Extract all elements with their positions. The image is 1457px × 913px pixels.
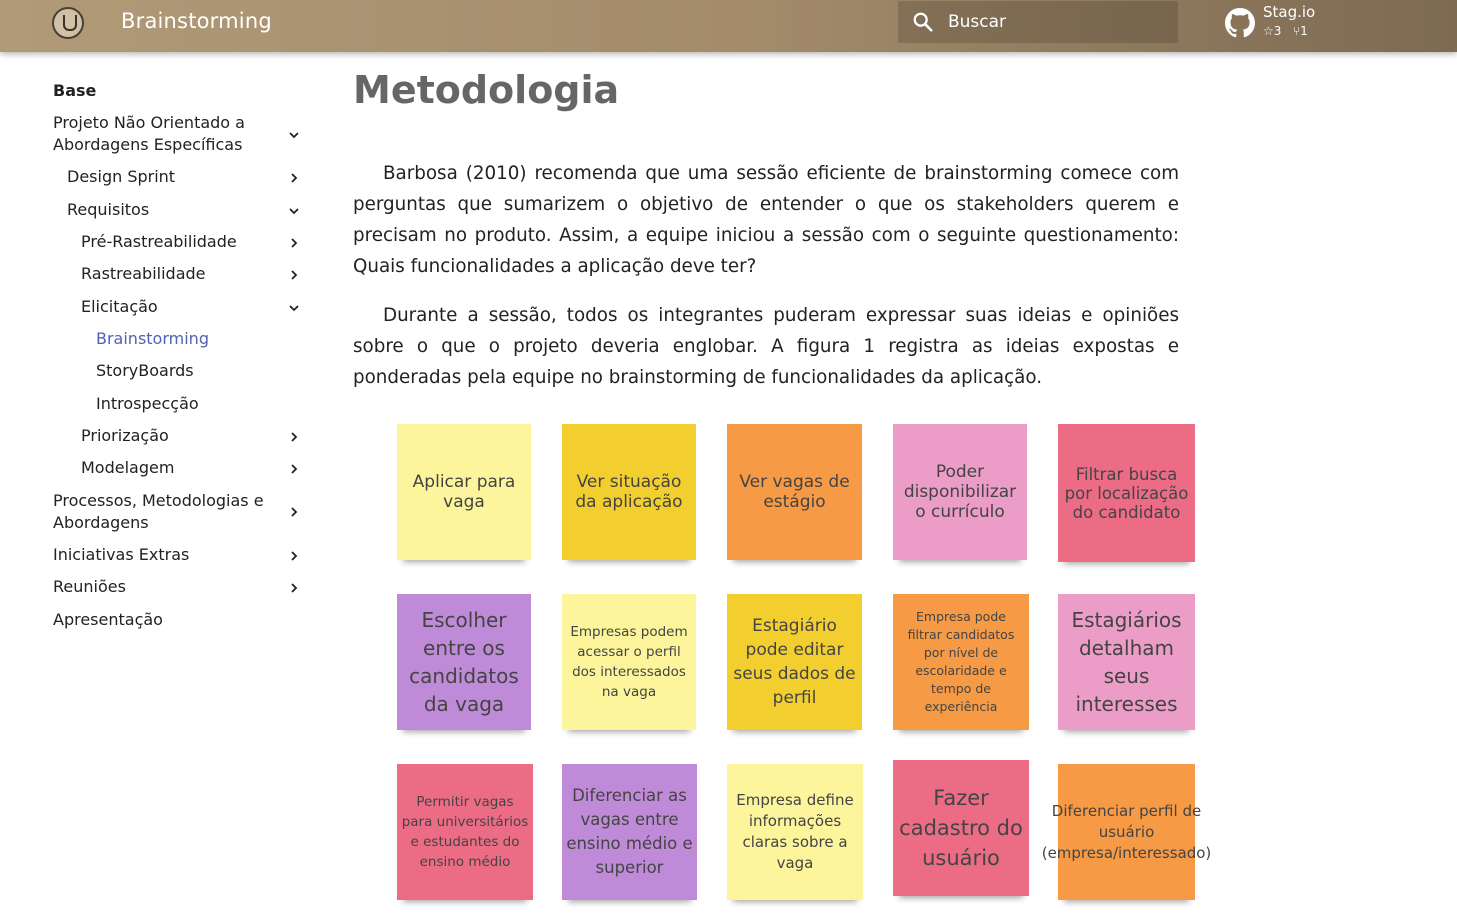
nav-item-elicitacao[interactable]: Elicitação (81, 296, 158, 318)
github-icon (1225, 8, 1255, 38)
repo-stats: ☆3 ⑂1 (1263, 24, 1308, 38)
nav-item-storyboards[interactable]: StoryBoards (96, 360, 194, 382)
page-title: Metodologia (353, 68, 620, 112)
sticky-note: Empresa define informações claras sobre … (727, 764, 863, 900)
sticky-note: Empresas podem acessar o perfil dos inte… (562, 594, 696, 730)
app-title[interactable]: Brainstorming (121, 9, 272, 33)
sticky-note: Diferenciar perfil de usuário (empresa/i… (1042, 764, 1211, 900)
nav-item-rastreabilidade[interactable]: Rastreabilidade (81, 263, 206, 285)
sticky-note: Estagiário pode editar seus dados de per… (727, 594, 862, 730)
sticky-note: Fazer cadastro do usuário (893, 760, 1029, 896)
chevron-right-icon[interactable] (288, 269, 300, 281)
paragraph-2: Durante a sessão, todos os integrantes p… (353, 305, 1179, 388)
sticky-note: Estagiários detalham seus interesses (1058, 594, 1195, 730)
sticky-note: Ver vagas de estágio (727, 424, 862, 560)
chevron-right-icon[interactable] (288, 172, 300, 184)
fork-count: 1 (1300, 24, 1308, 38)
nav-item-pre-rastreabilidade[interactable]: Pré-Rastreabilidade (81, 231, 237, 253)
nav-item-modelagem[interactable]: Modelagem (81, 457, 174, 479)
chevron-right-icon[interactable] (288, 550, 300, 562)
nav-item-projeto-nao-orientado[interactable]: Projeto Não Orientado a Abordagens Espec… (53, 112, 268, 156)
fork-icon: ⑂ (1292, 24, 1301, 38)
chevron-down-icon[interactable] (288, 205, 300, 217)
chevron-right-icon[interactable] (288, 431, 300, 443)
top-header: Brainstorming Stag.io ☆3 ⑂1 (0, 0, 1457, 52)
nav-item-introspeccao[interactable]: Introspecção (96, 393, 199, 415)
nav-item-reunioes[interactable]: Reuniões (53, 576, 126, 598)
site-logo-icon[interactable] (52, 7, 84, 39)
nav-item-iniciativas-extras[interactable]: Iniciativas Extras (53, 544, 189, 566)
sticky-note: Filtrar busca por localização do candida… (1058, 424, 1195, 562)
chevron-down-icon[interactable] (288, 129, 300, 141)
main-content: Metodologia Barbosa (2010) recomenda que… (353, 60, 1179, 388)
sticky-note: Diferenciar as vagas entre ensino médio … (562, 764, 697, 900)
repo-link[interactable]: Stag.io ☆3 ⑂1 (1225, 3, 1345, 45)
brainstorming-figure: Aplicar para vaga Ver situação da aplica… (395, 420, 1211, 913)
sticky-note: Escolher entre os candidatos da vaga (397, 594, 531, 730)
star-count: 3 (1273, 24, 1282, 38)
sticky-note: Ver situação da aplicação (562, 424, 696, 560)
nav-item-requisitos[interactable]: Requisitos (67, 199, 149, 221)
star-icon: ☆ (1263, 24, 1274, 38)
nav-item-priorizacao[interactable]: Priorização (81, 425, 169, 447)
sticky-note: Permitir vagas para universitários e est… (397, 764, 533, 900)
nav-item-processos[interactable]: Processos, Metodologias e Abordagens (53, 490, 283, 534)
repo-name: Stag.io (1263, 3, 1316, 21)
chevron-right-icon[interactable] (288, 237, 300, 249)
sticky-note: Aplicar para vaga (397, 424, 531, 560)
paragraph-1: Barbosa (2010) recomenda que uma sessão … (353, 163, 1179, 277)
sticky-note: Poder disponibilizar o currículo (893, 424, 1027, 560)
chevron-right-icon[interactable] (288, 506, 300, 518)
search-input[interactable] (948, 1, 1168, 43)
sticky-note: Empresa pode filtrar candidatos por níve… (893, 594, 1029, 730)
nav-item-brainstorming[interactable]: Brainstorming (96, 328, 209, 350)
chevron-right-icon[interactable] (288, 582, 300, 594)
search-icon (913, 12, 933, 32)
nav-section-base: Base (53, 81, 97, 100)
nav-item-design-sprint[interactable]: Design Sprint (67, 166, 175, 188)
nav-item-apresentacao[interactable]: Apresentação (53, 609, 163, 631)
chevron-down-icon[interactable] (288, 302, 300, 314)
search-box[interactable] (898, 1, 1178, 43)
chevron-right-icon[interactable] (288, 463, 300, 475)
